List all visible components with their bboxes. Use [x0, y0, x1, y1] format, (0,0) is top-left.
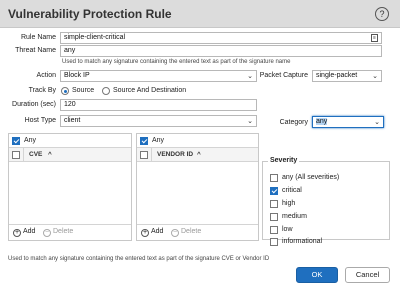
- action-select[interactable]: Block IP ⌄: [60, 70, 257, 82]
- severity-informational-label: informational: [282, 238, 323, 245]
- severity-critical-label: critical: [282, 187, 302, 194]
- threat-name-hint: Used to match any signature containing t…: [62, 59, 291, 65]
- severity-critical-checkbox[interactable]: [270, 187, 278, 195]
- cve-table-header: CVE ^: [9, 148, 131, 162]
- host-type-value: client: [64, 117, 81, 124]
- cve-delete-label: Delete: [53, 228, 74, 235]
- severity-title: Severity: [268, 157, 300, 164]
- cve-any-label: Any: [24, 137, 37, 144]
- severity-any-label: any (All severities): [282, 174, 340, 181]
- column-divider: [23, 148, 24, 162]
- dropdown-caret-icon: ⌄: [247, 118, 253, 125]
- cve-column-header[interactable]: CVE: [29, 151, 42, 158]
- vendor-any-label: Any: [152, 137, 165, 144]
- vendor-panel-footer: + Add − Delete: [137, 224, 258, 240]
- vendor-id-panel: Any VENDOR ID ^ + Add − Delete: [136, 133, 259, 241]
- action-label: Action: [36, 72, 56, 79]
- duration-input[interactable]: 120: [60, 99, 257, 111]
- severity-any-checkbox[interactable]: [270, 174, 278, 182]
- cve-add-label: Add: [23, 228, 36, 235]
- cve-add-button[interactable]: + Add: [13, 228, 35, 237]
- sort-ascending-icon[interactable]: ^: [197, 151, 201, 158]
- add-icon: +: [141, 229, 149, 237]
- vendor-any-checkbox[interactable]: [140, 137, 148, 145]
- threat-name-value: any: [64, 47, 76, 54]
- category-value: any: [316, 118, 328, 125]
- category-select[interactable]: any ⌄: [312, 116, 384, 128]
- host-type-select[interactable]: client ⌄: [60, 115, 257, 127]
- duration-label: Duration (sec): [12, 101, 56, 108]
- help-icon[interactable]: ?: [375, 7, 389, 21]
- add-icon: +: [13, 229, 21, 237]
- rule-name-value: simple-client-critical: [64, 34, 126, 41]
- severity-low-label: low: [282, 226, 293, 233]
- vendor-select-all-checkbox[interactable]: [140, 151, 148, 159]
- cve-select-all-checkbox[interactable]: [12, 151, 20, 159]
- vendor-add-button[interactable]: + Add: [141, 228, 163, 237]
- severity-high-checkbox[interactable]: [270, 200, 278, 208]
- rule-name-label: Rule Name: [20, 34, 56, 41]
- track-by-source-radio[interactable]: [61, 87, 69, 95]
- track-by-source-label: Source: [72, 87, 95, 94]
- delete-icon: −: [43, 229, 51, 237]
- severity-high-label: high: [282, 200, 296, 207]
- dialog-titlebar: Vulnerability Protection Rule ?: [0, 0, 400, 28]
- vendor-delete-label: Delete: [181, 228, 202, 235]
- dropdown-caret-icon: ⌄: [374, 119, 380, 126]
- category-label: Category: [279, 119, 308, 126]
- track-by-source-dest-label: Source And Destination: [113, 87, 187, 94]
- cve-panel-footer: + Add − Delete: [9, 224, 131, 240]
- dropdown-caret-icon: ⌄: [372, 73, 378, 80]
- vendor-table-header: VENDOR ID ^: [137, 148, 258, 162]
- ok-button[interactable]: OK: [296, 267, 338, 283]
- vendor-id-column-header[interactable]: VENDOR ID: [157, 151, 193, 158]
- cve-panel: Any CVE ^ + Add − Delete: [8, 133, 132, 241]
- track-by-source-dest-radio[interactable]: [102, 87, 110, 95]
- vendor-add-label: Add: [151, 228, 164, 235]
- dialog-title: Vulnerability Protection Rule: [8, 7, 172, 21]
- severity-informational-checkbox[interactable]: [270, 238, 278, 246]
- cve-delete-button[interactable]: − Delete: [43, 228, 73, 237]
- threat-name-input[interactable]: any: [60, 45, 382, 57]
- packet-capture-label: Packet Capture: [259, 72, 308, 79]
- cve-vendor-hint: Used to match any signature containing t…: [8, 256, 270, 262]
- packet-capture-select[interactable]: single-packet ⌄: [312, 70, 382, 82]
- cve-any-row: Any: [9, 134, 131, 148]
- severity-medium-label: medium: [282, 213, 307, 220]
- severity-low-checkbox[interactable]: [270, 226, 278, 234]
- delete-icon: −: [171, 229, 179, 237]
- vendor-delete-button[interactable]: − Delete: [171, 228, 201, 237]
- severity-medium-checkbox[interactable]: [270, 213, 278, 221]
- vendor-any-row: Any: [137, 134, 258, 148]
- duration-value: 120: [64, 101, 76, 108]
- track-by-label: Track By: [28, 87, 56, 94]
- sort-ascending-icon[interactable]: ^: [48, 151, 52, 158]
- rule-name-input[interactable]: simple-client-critical ≡: [60, 32, 382, 44]
- action-value: Block IP: [64, 72, 90, 79]
- cve-any-checkbox[interactable]: [12, 137, 20, 145]
- column-divider: [151, 148, 152, 162]
- field-options-icon[interactable]: ≡: [371, 34, 378, 42]
- host-type-label: Host Type: [24, 117, 56, 124]
- cancel-button[interactable]: Cancel: [345, 267, 390, 283]
- dropdown-caret-icon: ⌄: [247, 73, 253, 80]
- packet-capture-value: single-packet: [316, 72, 358, 79]
- threat-name-label: Threat Name: [15, 47, 56, 54]
